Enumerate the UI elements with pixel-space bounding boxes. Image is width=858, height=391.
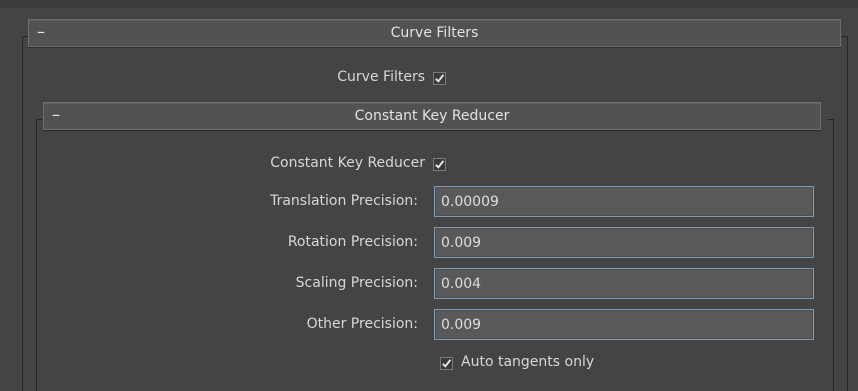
other-precision-label: Other Precision: <box>306 316 418 332</box>
inner-frame-left <box>36 119 37 391</box>
curve-filters-rollout-header[interactable]: – Curve Filters <box>28 19 841 47</box>
translation-precision-field[interactable] <box>434 186 814 217</box>
curve-filters-checkbox[interactable] <box>433 72 446 85</box>
inner-frame-left-tick <box>36 119 42 120</box>
panel-top-strip <box>0 0 858 8</box>
constant-key-reducer-rollout-title: Constant Key Reducer <box>354 108 510 124</box>
rotation-precision-label: Rotation Precision: <box>287 234 418 250</box>
checkmark-icon <box>435 160 445 169</box>
translation-precision-label: Translation Precision: <box>270 193 418 209</box>
outer-frame-left <box>22 36 23 391</box>
auto-tangents-label: Auto tangents only <box>461 354 595 370</box>
outer-frame-right-tick <box>841 36 847 37</box>
curve-filters-checkbox-label: Curve Filters <box>337 69 425 85</box>
constant-key-reducer-checkbox-label: Constant Key Reducer <box>270 155 425 171</box>
outer-frame-right <box>847 36 848 391</box>
curve-filters-rollout-title: Curve Filters <box>390 25 479 41</box>
checkmark-icon <box>435 74 445 83</box>
inner-frame-right <box>833 119 834 391</box>
checkmark-icon <box>442 359 452 368</box>
scaling-precision-label: Scaling Precision: <box>295 275 418 291</box>
auto-tangents-checkbox[interactable] <box>440 357 453 370</box>
constant-key-reducer-rollout-header[interactable]: – Constant Key Reducer <box>43 102 821 130</box>
rotation-precision-field[interactable] <box>434 227 814 258</box>
scaling-precision-field[interactable] <box>434 268 814 299</box>
other-precision-field[interactable] <box>434 309 814 340</box>
constant-key-reducer-checkbox[interactable] <box>433 158 446 171</box>
inner-frame-right-tick <box>827 119 833 120</box>
